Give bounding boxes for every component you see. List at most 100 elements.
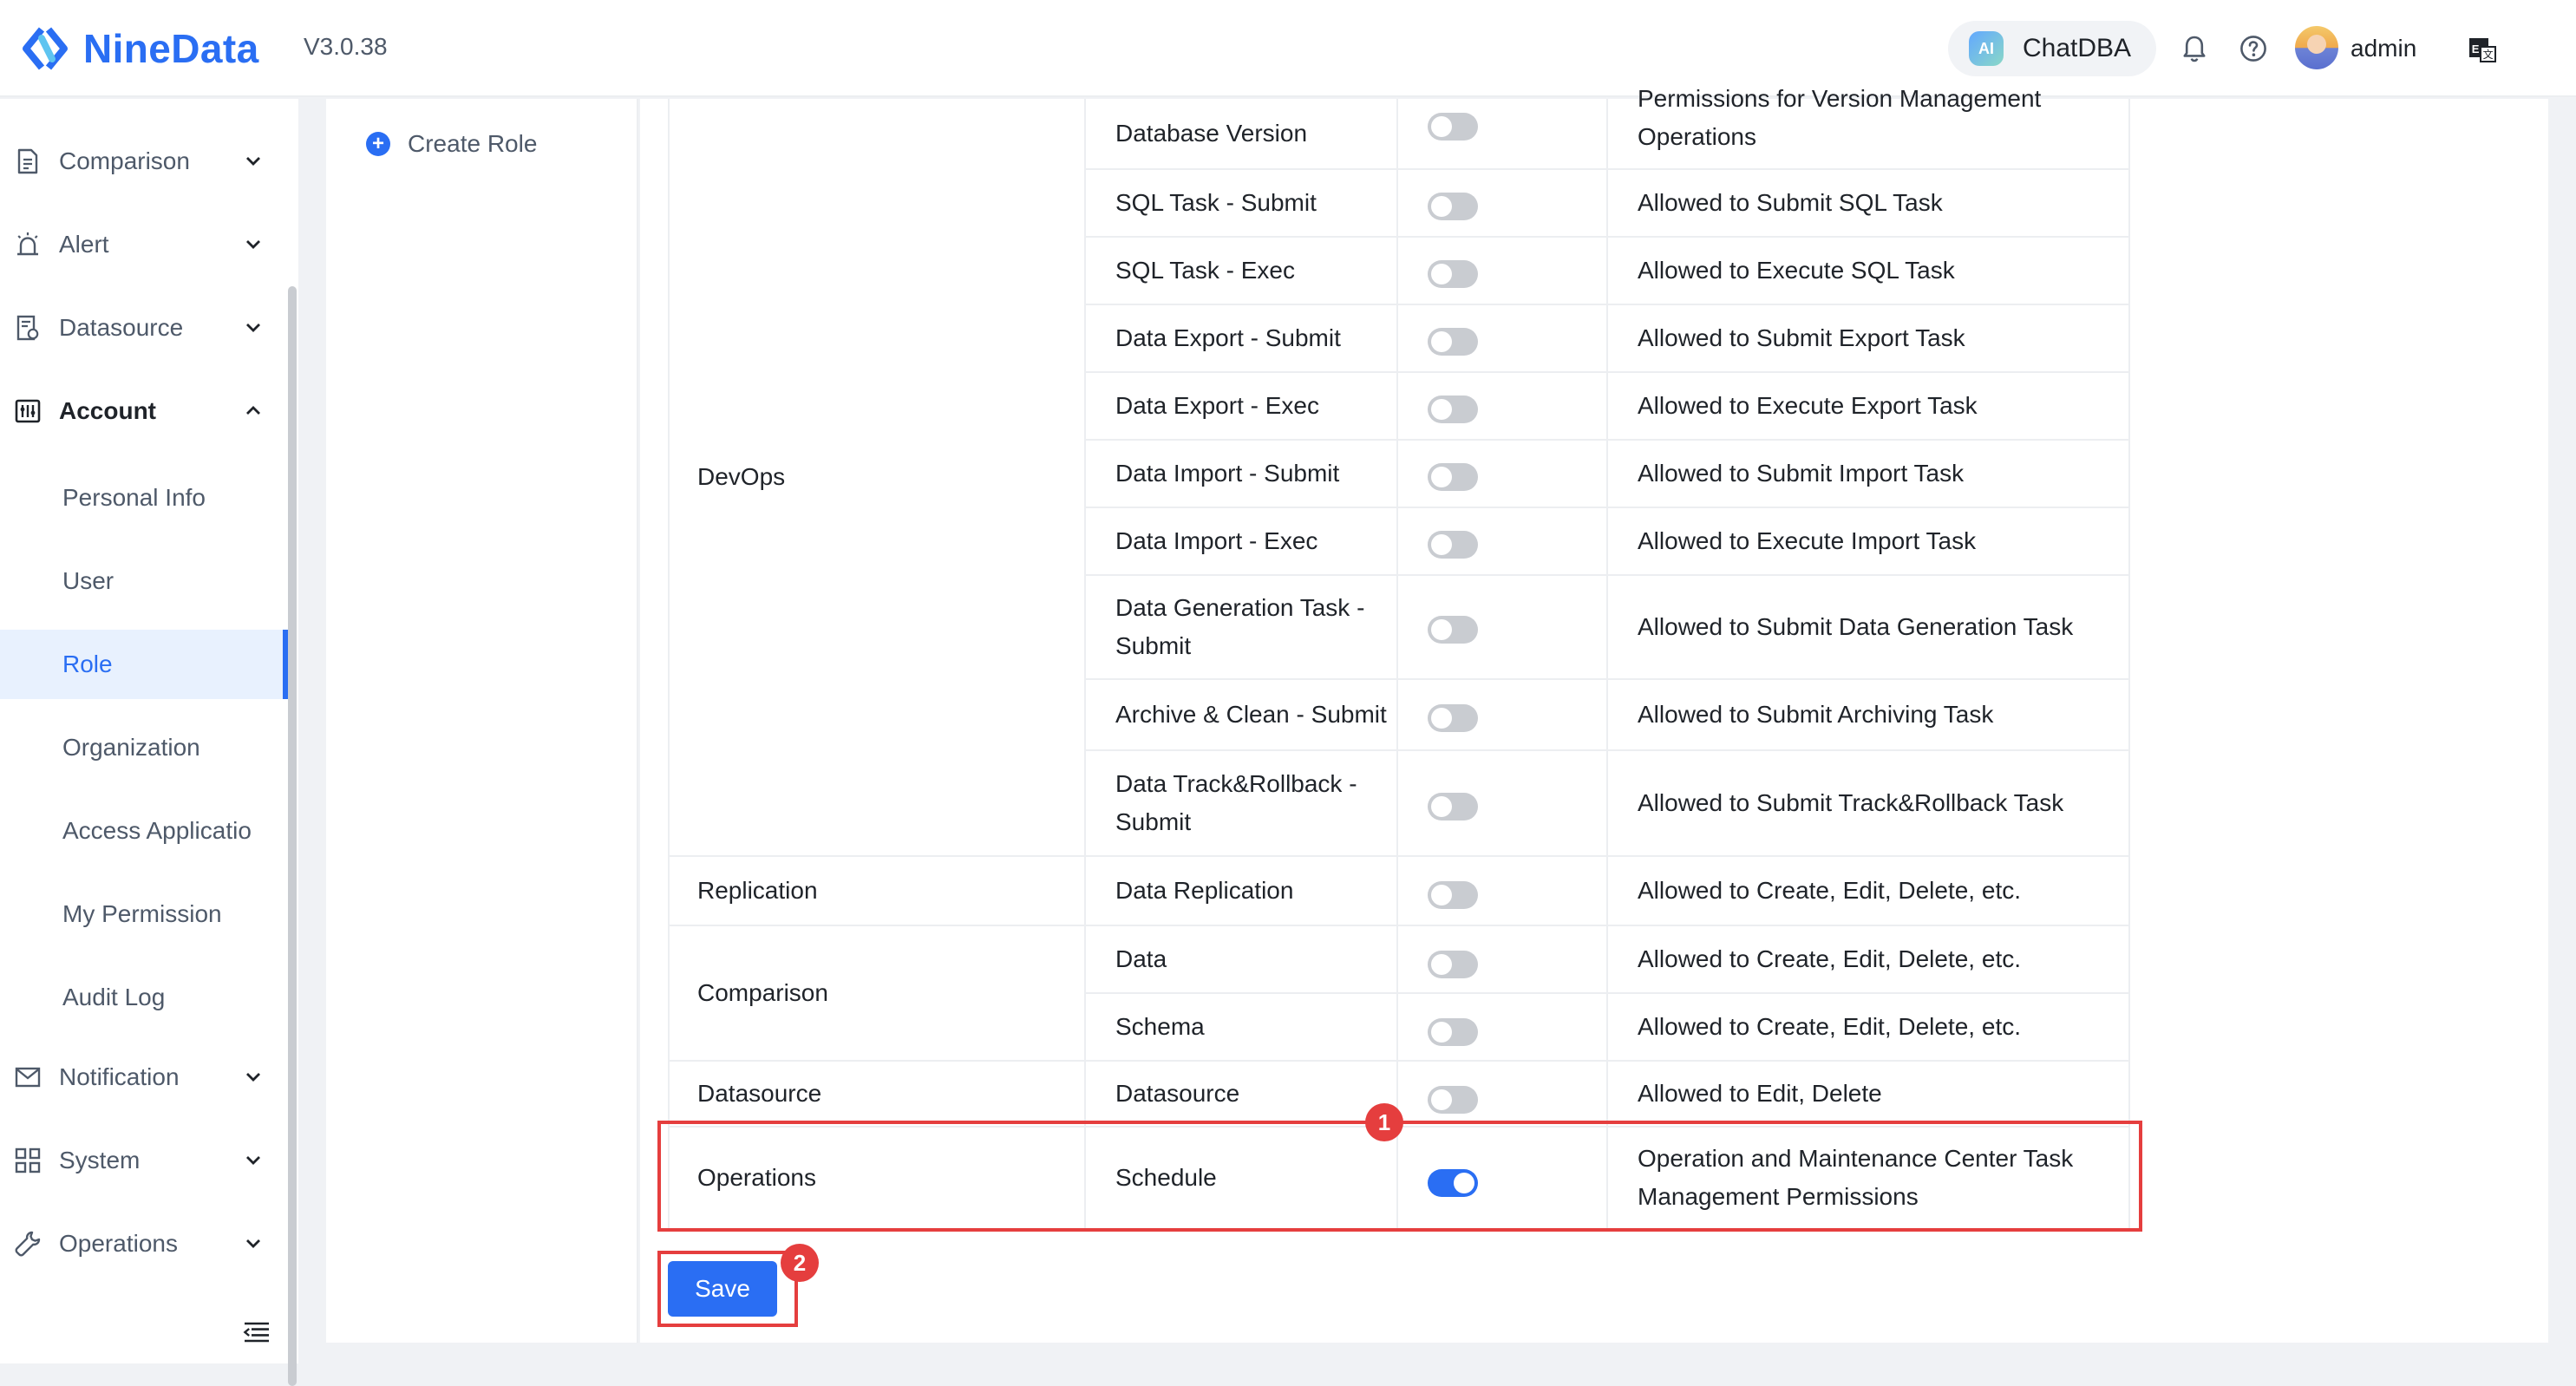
description-cell: Allowed to Execute SQL Task	[1608, 238, 2130, 305]
sidebar-item-datasource[interactable]: Datasource	[0, 293, 286, 363]
sidebar-item-label: Operations	[59, 1230, 178, 1257]
sidebar-item-label: Alert	[59, 231, 109, 258]
permission-toggle[interactable]	[1428, 1018, 1478, 1046]
permission-toggle[interactable]	[1428, 328, 1478, 356]
chatdba-button[interactable]: AI ChatDBA	[1948, 21, 2156, 76]
description-cell: Allowed to Submit Import Task	[1608, 441, 2130, 508]
permission-toggle[interactable]	[1428, 193, 1478, 220]
permission-toggle[interactable]	[1428, 951, 1478, 978]
alarm-icon	[17, 232, 38, 256]
sidebar-item-notification[interactable]: Notification	[0, 1043, 286, 1112]
permission-cell: Datasource	[1086, 1062, 1398, 1128]
description-cell: Allowed to Submit Export Task	[1608, 305, 2130, 373]
sidebar-item-label: Notification	[59, 1063, 180, 1090]
sidebar-item-label: Account	[59, 397, 156, 424]
sidebar-item-label: System	[59, 1147, 141, 1174]
description-cell: Allowed to Submit Data Generation Task	[1608, 576, 2130, 680]
version-label: V3.0.38	[304, 33, 388, 60]
permission-cell: Data Import - Submit	[1086, 441, 1398, 508]
file-compare-icon	[17, 148, 38, 174]
ai-icon: AI	[1969, 31, 2004, 66]
sidebar-subitem-organization[interactable]: Organization	[0, 713, 288, 782]
module-cell-replication: Replication	[668, 857, 1086, 926]
sidebar-subitem-label: Personal Info	[62, 484, 206, 511]
sidebar-item-comparison[interactable]: Comparison	[0, 127, 286, 196]
highlight-box-operations-row	[657, 1121, 2142, 1232]
chevron-down-icon	[246, 1239, 260, 1248]
sidebar-item-label: Comparison	[59, 147, 190, 174]
permission-cell: Data Track&Rollback - Submit	[1086, 751, 1398, 857]
permission-cell: SQL Task - Submit	[1086, 170, 1398, 238]
chevron-down-icon	[246, 1073, 260, 1082]
permission-cell: Data Generation Task - Submit	[1086, 576, 1398, 680]
permission-toggle[interactable]	[1428, 531, 1478, 559]
permission-toggle[interactable]	[1428, 260, 1478, 288]
create-role-label: Create Role	[408, 130, 538, 157]
wrench-icon	[15, 1231, 41, 1257]
sidebar-subitem-label: Role	[62, 651, 113, 677]
permission-toggle[interactable]	[1428, 793, 1478, 820]
permission-toggle[interactable]	[1428, 396, 1478, 423]
module-cell-datasource: Datasource	[668, 1062, 1086, 1128]
sidebar-subitem-user[interactable]: User	[0, 546, 288, 616]
permission-toggle[interactable]	[1428, 616, 1478, 644]
chevron-down-icon	[246, 1156, 260, 1165]
sidebar-subitem-role[interactable]: Role	[0, 630, 288, 699]
create-role-button[interactable]: + Create Role	[366, 130, 537, 158]
bottom-strip	[326, 1346, 2548, 1363]
svg-text:文: 文	[2483, 48, 2494, 61]
sidebar-item-operations[interactable]: Operations	[0, 1209, 286, 1278]
ninedata-logo-icon	[23, 27, 68, 70]
sidebar-subitem-label: User	[62, 567, 114, 594]
chatdba-label: ChatDBA	[2023, 34, 2132, 62]
permission-cell: Archive & Clean - Submit	[1086, 680, 1398, 751]
sidebar-item-system[interactable]: System	[0, 1126, 286, 1195]
permission-cell: Database Version	[1086, 99, 1398, 170]
chevron-down-icon	[246, 324, 260, 332]
sidebar-subitem-label: My Permission	[62, 900, 222, 927]
ninedata-logo[interactable]: NineData	[21, 23, 259, 75]
permission-cell: Schema	[1086, 994, 1398, 1062]
description-cell: Allowed to Edit, Delete	[1608, 1062, 2130, 1128]
permission-cell: Data Import - Exec	[1086, 508, 1398, 576]
collapse-menu-icon[interactable]	[243, 1318, 271, 1346]
sidebar-subitem-audit-log[interactable]: Audit Log	[0, 963, 288, 1032]
sidebar-subitem-label: Audit Log	[62, 984, 166, 1010]
permission-toggle[interactable]	[1428, 881, 1478, 909]
chevron-down-icon	[246, 157, 260, 166]
language-switch-icon[interactable]: En 文	[2467, 35, 2498, 66]
chevron-down-icon	[246, 240, 260, 249]
sidebar-item-label: Datasource	[59, 314, 184, 341]
permission-cell: Data	[1086, 926, 1398, 994]
description-cell: Allowed to Create, Edit, Delete, etc.	[1608, 926, 2130, 994]
sidebar-subitem-label: Organization	[62, 734, 200, 761]
permission-toggle[interactable]	[1428, 113, 1478, 141]
description-cell: Allowed to Create, Edit, Delete, etc.	[1608, 994, 2130, 1062]
sidebar-subitem-personal-info[interactable]: Personal Info	[0, 463, 288, 533]
account-icon	[15, 399, 41, 423]
help-icon[interactable]	[2238, 33, 2269, 64]
highlight-box-save	[657, 1251, 798, 1327]
brand-name: NineData	[83, 26, 259, 71]
avatar[interactable]	[2295, 26, 2338, 69]
step-badge-2: 2	[781, 1244, 819, 1282]
sidebar-scrollbar[interactable]	[288, 286, 297, 1386]
description-cell: Allowed to Execute Export Task	[1608, 373, 2130, 441]
permission-table: DevOps Replication Comparison Datasource…	[668, 85, 2130, 1230]
permission-toggle[interactable]	[1428, 463, 1478, 491]
sidebar-subitem-my-permission[interactable]: My Permission	[0, 879, 288, 949]
sidebar-item-account[interactable]: Account	[0, 376, 286, 446]
permission-toggle[interactable]	[1428, 1086, 1478, 1114]
mail-icon	[15, 1067, 41, 1088]
bell-icon[interactable]	[2179, 33, 2210, 64]
permission-toggle[interactable]	[1428, 704, 1478, 732]
username[interactable]: admin	[2350, 35, 2416, 62]
chevron-up-icon	[246, 406, 260, 415]
description-cell: Permissions for Version Management Opera…	[1608, 85, 2130, 170]
permission-cell: Data Export - Exec	[1086, 373, 1398, 441]
sidebar-item-alert[interactable]: Alert	[0, 210, 286, 279]
description-cell: Allowed to Submit Track&Rollback Task	[1608, 751, 2130, 857]
sidebar-subitem-access-application[interactable]: Access Applicatio	[0, 796, 288, 866]
step-badge-1: 1	[1365, 1103, 1403, 1141]
description-cell: Allowed to Execute Import Task	[1608, 508, 2130, 576]
